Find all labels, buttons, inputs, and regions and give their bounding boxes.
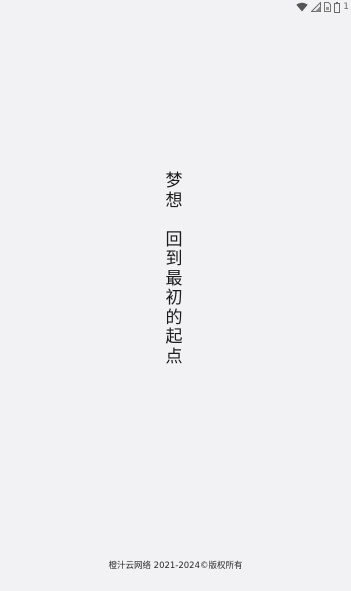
status-icons: 1 <box>296 1 349 13</box>
slogan-spacer <box>163 211 185 231</box>
slogan-char: 梦 <box>165 171 183 191</box>
copyright-footer: 橙汁云网络 2021-2024©版权所有 <box>108 561 243 571</box>
battery-level-text: 1 <box>343 2 349 12</box>
slogan-char: 到 <box>165 249 183 269</box>
slogan-char: 想 <box>165 190 183 211</box>
wifi-icon <box>296 2 308 12</box>
slogan-char: 回 <box>165 229 183 250</box>
slogan-char: 点 <box>165 346 183 367</box>
sim-card-icon <box>324 2 332 12</box>
signal-icon <box>311 2 322 12</box>
slogan-char: 最 <box>165 268 183 289</box>
slogan-vertical-text: 梦 想 回 到 最 初 的 起 点 <box>163 171 185 367</box>
slogan-char: 起 <box>165 327 183 347</box>
status-bar: 1 <box>0 0 351 14</box>
battery-icon <box>334 1 341 13</box>
slogan-char: 的 <box>165 307 183 328</box>
slogan-char: 初 <box>165 288 183 308</box>
